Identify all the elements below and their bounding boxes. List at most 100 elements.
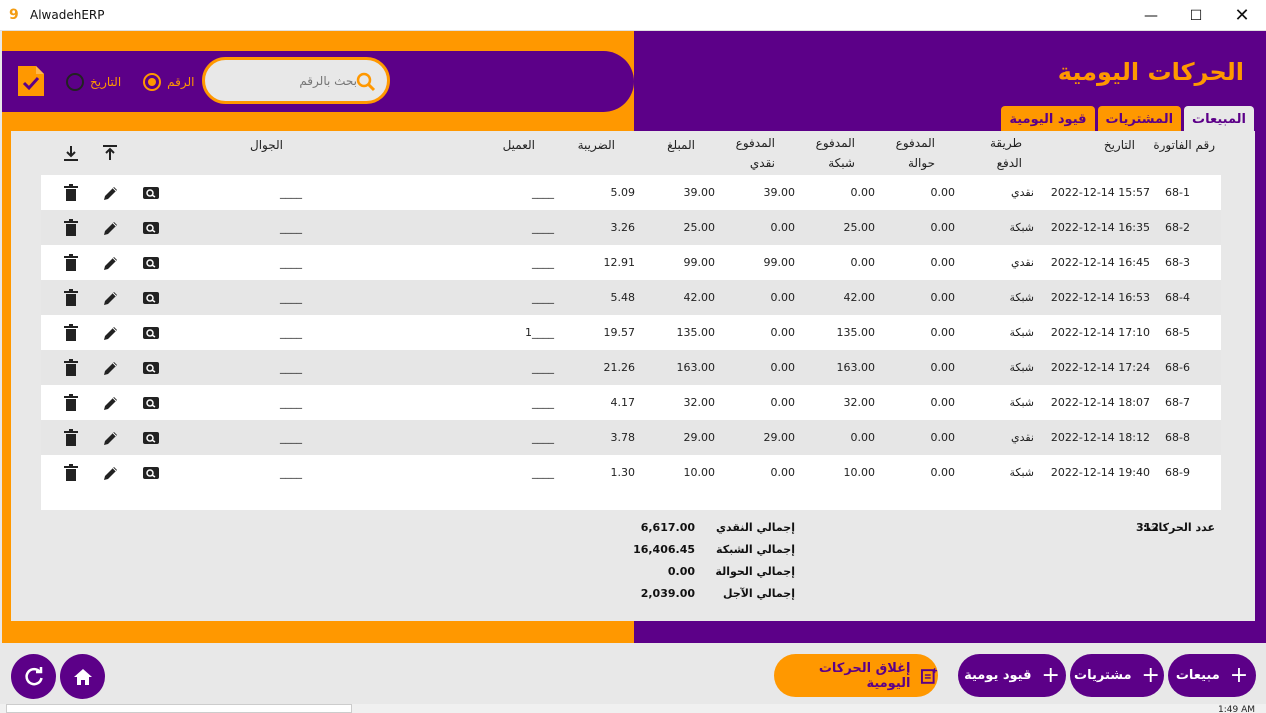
edit-icon[interactable]: [101, 183, 121, 203]
cell-network: 135.00: [836, 326, 876, 339]
close-button[interactable]: ✕: [1219, 0, 1265, 31]
cell-invoice: 68-9: [1165, 466, 1190, 479]
view-icon[interactable]: [141, 428, 161, 448]
tab-sales[interactable]: المبيعات: [1184, 106, 1254, 132]
tab-journal[interactable]: قيود اليومية: [1001, 106, 1095, 132]
table-row[interactable]: 68-3 2022-12-14 16:45 نقدي 0.00 0.00 99.00 99.…: [41, 245, 1221, 280]
cell-transfer: 0.00: [930, 361, 956, 374]
close-daily-button[interactable]: إغلاق الحركات اليومية: [774, 654, 938, 697]
delete-icon[interactable]: [61, 218, 81, 238]
cell-transfer: 0.00: [930, 186, 956, 199]
report-document-icon[interactable]: [16, 64, 46, 98]
add-journal-label: قيود يومية: [964, 668, 1032, 683]
radio-number[interactable]: [143, 73, 162, 91]
cell-transfer: 0.00: [930, 466, 956, 479]
table-row[interactable]: 68-9 2022-12-14 19:40 شبكة 0.00 10.00 0.00 10.…: [41, 455, 1221, 490]
cell-invoice: 68-2: [1165, 221, 1190, 234]
cell-tax: 3.26: [610, 221, 636, 234]
edit-icon[interactable]: [101, 358, 121, 378]
radio-date[interactable]: [66, 73, 84, 91]
cell-tax: 4.17: [610, 396, 636, 409]
delete-icon[interactable]: [61, 463, 81, 483]
taskbar-search[interactable]: [6, 704, 352, 713]
home-icon: [73, 668, 92, 685]
table-row[interactable]: 68-6 2022-12-14 17:24 شبكة 0.00 163.00 0.00 16…: [41, 350, 1221, 385]
edit-icon[interactable]: [101, 323, 121, 343]
cell-customer: ____: [532, 466, 554, 479]
edit-icon[interactable]: [101, 393, 121, 413]
plus-icon: +: [1141, 663, 1160, 688]
cell-date: 2022-12-14 18:07: [1050, 396, 1150, 409]
edit-icon[interactable]: [101, 253, 121, 273]
table-row[interactable]: 68-5 2022-12-14 17:10 شبكة 0.00 135.00 0.00 13…: [41, 315, 1221, 350]
table-row[interactable]: 68-2 2022-12-14 16:35 شبكة 0.00 25.00 0.00 25.…: [41, 210, 1221, 245]
cell-amount: 29.00: [683, 431, 716, 444]
delete-icon[interactable]: [61, 428, 81, 448]
minimize-button[interactable]: —: [1128, 0, 1174, 31]
delete-icon[interactable]: [61, 288, 81, 308]
cell-cash: 39.00: [763, 186, 796, 199]
tab-purchases[interactable]: المشتريات: [1097, 106, 1182, 132]
header-date: التاريخ: [1103, 138, 1135, 152]
cell-customer: ____: [532, 291, 554, 304]
page-title: الحركات اليومية: [1057, 58, 1244, 86]
add-sale-label: مبيعات: [1175, 668, 1220, 683]
download-icon[interactable]: [61, 143, 81, 163]
radio-number-label: الرقم: [167, 75, 195, 89]
add-journal-button[interactable]: + قيود يومية: [958, 654, 1066, 697]
view-icon[interactable]: [141, 358, 161, 378]
table-body: 68-1 2022-12-14 15:57 نقدي 0.00 0.00 39.00 39.…: [41, 175, 1221, 510]
view-icon[interactable]: [141, 183, 161, 203]
delete-icon[interactable]: [61, 323, 81, 343]
add-purchase-button[interactable]: + مشتريات: [1070, 654, 1164, 697]
edit-icon[interactable]: [101, 463, 121, 483]
view-icon[interactable]: [141, 323, 161, 343]
refresh-icon: [24, 666, 43, 685]
search-icon[interactable]: [355, 71, 377, 93]
cell-invoice: 68-8: [1165, 431, 1190, 444]
maximize-button[interactable]: ☐: [1173, 0, 1219, 31]
cell-method: شبكة: [1009, 466, 1034, 479]
add-sale-button[interactable]: + مبيعات: [1168, 654, 1256, 697]
cell-mobile: ____: [280, 466, 302, 479]
cell-customer: ____: [532, 186, 554, 199]
cell-network: 25.00: [843, 221, 876, 234]
table-row[interactable]: 68-1 2022-12-14 15:57 نقدي 0.00 0.00 39.00 39.…: [41, 175, 1221, 210]
view-icon[interactable]: [141, 253, 161, 273]
edit-icon[interactable]: [101, 288, 121, 308]
delete-icon[interactable]: [61, 253, 81, 273]
delete-icon[interactable]: [61, 183, 81, 203]
cell-customer: 1____: [525, 326, 554, 339]
cell-amount: 42.00: [683, 291, 716, 304]
delete-icon[interactable]: [61, 358, 81, 378]
cell-date: 2022-12-14 17:24: [1050, 361, 1150, 374]
table-row[interactable]: 68-8 2022-12-14 18:12 نقدي 0.00 0.00 29.00 29.…: [41, 420, 1221, 455]
cell-date: 2022-12-14 15:57: [1050, 186, 1150, 199]
view-icon[interactable]: [141, 218, 161, 238]
table-row[interactable]: 68-7 2022-12-14 18:07 شبكة 0.00 32.00 0.00 32.…: [41, 385, 1221, 420]
view-icon[interactable]: [141, 463, 161, 483]
search-input[interactable]: [221, 70, 357, 92]
cell-mobile: ____: [280, 396, 302, 409]
header-paid-transfer: المدفوع حوالة: [895, 136, 935, 170]
edit-icon[interactable]: [101, 218, 121, 238]
home-button[interactable]: [60, 654, 105, 699]
cell-amount: 99.00: [683, 256, 716, 269]
cell-date: 2022-12-14 17:10: [1050, 326, 1150, 339]
app-window: 9 AlwadehERP — ☐ ✕ الحركات اليومية التار…: [0, 0, 1266, 713]
table-row[interactable]: 68-4 2022-12-14 16:53 شبكة 0.00 42.00 0.00 42.…: [41, 280, 1221, 315]
total-network-value: 16,406.45: [633, 543, 695, 556]
refresh-button[interactable]: [11, 654, 56, 699]
header-amount: المبلغ: [667, 138, 695, 152]
cell-amount: 25.00: [683, 221, 716, 234]
edit-icon[interactable]: [101, 428, 121, 448]
view-icon[interactable]: [141, 288, 161, 308]
delete-icon[interactable]: [61, 393, 81, 413]
cell-cash: 0.00: [770, 466, 796, 479]
cell-tax: 5.09: [610, 186, 636, 199]
view-icon[interactable]: [141, 393, 161, 413]
upload-icon[interactable]: [100, 143, 120, 163]
cell-network: 10.00: [843, 466, 876, 479]
total-transfer-value: 0.00: [667, 565, 695, 578]
header-payment-method: طريقة الدفع: [989, 136, 1022, 170]
